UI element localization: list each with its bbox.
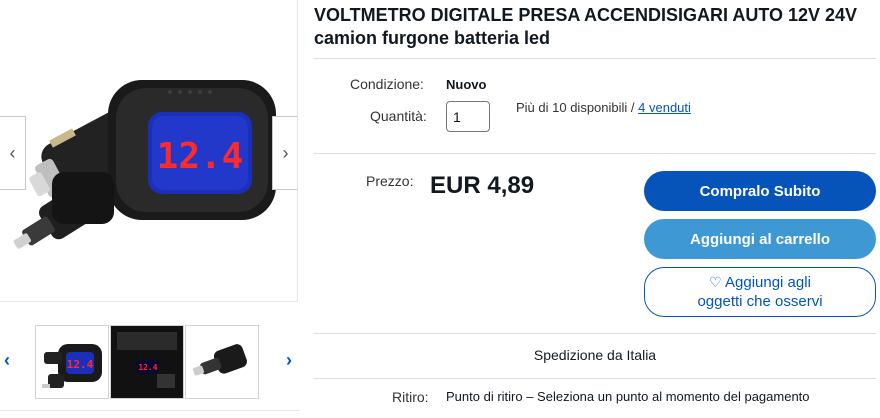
thumbnails-prev-button[interactable]: ‹	[0, 348, 14, 372]
ships-from-text: Spedizione da Italia	[533, 347, 657, 363]
divider	[0, 410, 300, 411]
prev-image-button[interactable]: ‹	[0, 116, 26, 190]
divider	[314, 58, 876, 59]
thumbnail-image: 12.4	[42, 344, 102, 388]
add-to-cart-button[interactable]: Aggiungi al carrello	[644, 219, 876, 259]
pickup-label: Ritiro:	[392, 389, 429, 405]
condition-value: Nuovo	[446, 77, 487, 92]
quantity-input[interactable]	[446, 101, 490, 132]
thumbnail-strip: ‹ 12.4 12.4 ›	[0, 322, 300, 402]
image-gallery: 12.4 ‹ › ‹ 12.4 12.4 ›	[0, 0, 300, 418]
chevron-left-icon: ‹	[9, 142, 16, 163]
watchlist-line-1: ♡ Aggiungi agli	[709, 273, 811, 292]
thumbnails-next-button[interactable]: ›	[282, 348, 296, 372]
add-to-watchlist-button[interactable]: ♡ Aggiungi agli oggetti che osservi	[644, 267, 876, 317]
price-value: EUR 4,89	[430, 172, 535, 199]
main-product-image[interactable]: 12.4 ‹ ›	[0, 0, 298, 302]
condition-label: Condizione:	[350, 76, 424, 92]
divider	[314, 333, 876, 334]
voltmeter-product-photo: 12.4	[13, 80, 276, 249]
sold-count-link[interactable]: 4 venduti	[638, 100, 691, 115]
divider	[314, 378, 876, 379]
svg-text:12.4: 12.4	[138, 363, 157, 372]
divider	[314, 153, 876, 154]
thumbnail-image	[193, 344, 247, 376]
display-reading: 12.4	[157, 136, 244, 177]
thumbnail-1[interactable]: 12.4	[35, 325, 109, 399]
product-details: VOLTMETRO DIGITALE PRESA ACCENDISIGARI A…	[314, 0, 880, 418]
heart-icon: ♡	[709, 274, 722, 290]
watchlist-line-2: oggetti che osservi	[697, 293, 823, 310]
availability-text: Più di 10 disponibili / 4 venduti	[516, 100, 691, 115]
watchlist-label: Aggiungi agli	[725, 274, 811, 291]
product-title: VOLTMETRO DIGITALE PRESA ACCENDISIGARI A…	[314, 5, 858, 48]
chevron-right-icon: ›	[282, 142, 289, 163]
availability-count: Più di 10 disponibili /	[516, 100, 639, 115]
chevron-right-icon: ›	[286, 349, 292, 370]
thumbnail-image: 12.4	[111, 326, 183, 398]
pickup-value: Punto di ritiro – Seleziona un punto al …	[446, 389, 810, 404]
quantity-label: Quantità:	[370, 108, 427, 124]
thumbnail-2[interactable]: 12.4	[110, 325, 184, 399]
thumbnail-3[interactable]	[185, 325, 259, 399]
price-label: Prezzo:	[366, 173, 414, 189]
chevron-left-icon: ‹	[4, 349, 10, 370]
svg-text:12.4: 12.4	[67, 358, 94, 371]
next-image-button[interactable]: ›	[272, 116, 297, 190]
buy-now-button[interactable]: Compralo Subito	[644, 171, 876, 211]
